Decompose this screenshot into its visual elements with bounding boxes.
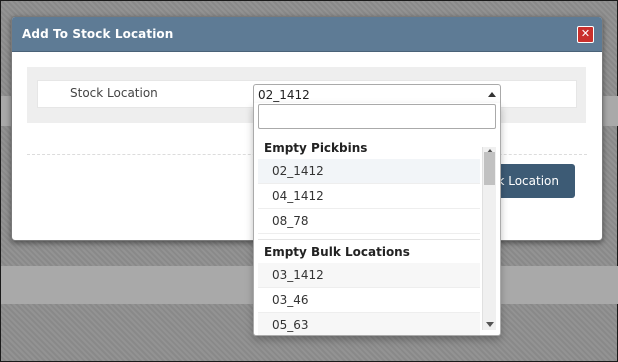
dialog-header: Add To Stock Location <box>12 17 602 52</box>
stock-location-select[interactable]: 02_1412 <box>253 84 501 104</box>
stock-location-label: Stock Location <box>70 86 158 100</box>
chevron-up-icon <box>488 92 496 97</box>
dropdown-search-input[interactable] <box>258 104 496 129</box>
dropdown-option[interactable]: 03_1412 <box>258 263 480 288</box>
close-icon[interactable]: ✕ <box>577 26 594 43</box>
selected-value: 02_1412 <box>258 88 310 102</box>
option-group-label: Empty Pickbins <box>264 141 368 155</box>
dropdown-option[interactable]: 04_1412 <box>258 184 480 209</box>
stock-location-dropdown: Empty Pickbins 02_1412 04_1412 08_78 Emp… <box>253 103 501 336</box>
dropdown-option[interactable]: 05_63 <box>258 313 480 335</box>
dropdown-scrollbar[interactable] <box>482 147 496 330</box>
scrollbar-thumb[interactable] <box>484 152 495 185</box>
dropdown-options-list: Empty Pickbins 02_1412 04_1412 08_78 Emp… <box>258 136 480 335</box>
dropdown-option[interactable]: 02_1412 <box>258 159 480 184</box>
dropdown-option[interactable]: 08_78 <box>258 209 480 234</box>
dropdown-option[interactable]: 03_46 <box>258 288 480 313</box>
scroll-down-icon[interactable] <box>486 322 494 327</box>
dialog-title: Add To Stock Location <box>22 27 174 41</box>
option-group-label: Empty Bulk Locations <box>264 245 410 259</box>
